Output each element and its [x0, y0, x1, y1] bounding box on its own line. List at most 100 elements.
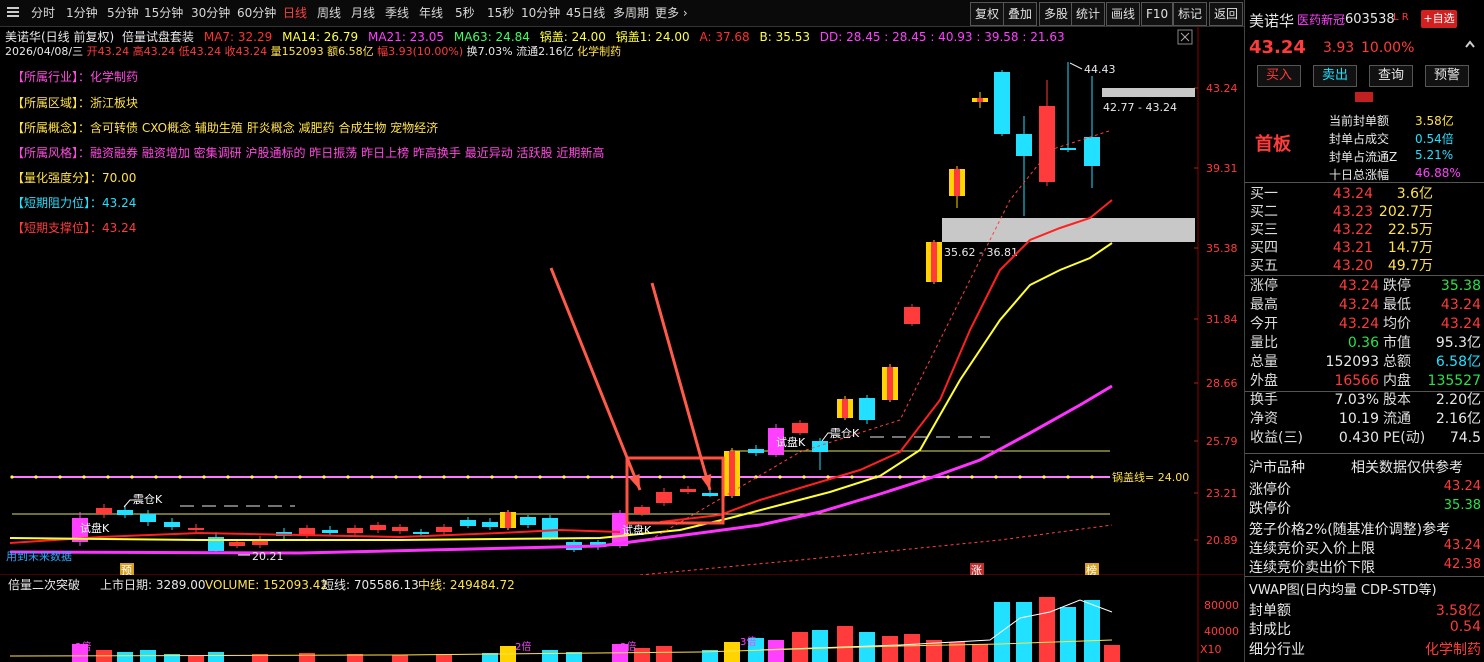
- period-tab-12[interactable]: 15秒: [484, 0, 517, 26]
- candle[interactable]: [1060, 62, 1076, 152]
- query-button[interactable]: 查询: [1369, 65, 1413, 87]
- period-tab-4[interactable]: 30分钟: [188, 0, 233, 26]
- alert-button[interactable]: 预警: [1425, 65, 1469, 87]
- candle[interactable]: [140, 510, 156, 526]
- period-tab-6[interactable]: 日线: [280, 0, 310, 26]
- volume-bar[interactable]: [117, 652, 133, 662]
- period-tab-0[interactable]: 分时: [28, 0, 58, 26]
- kline-chart[interactable]: 43.24 39.31 35.38 31.84 28.66 25.79 23.21 20.89…: [0, 26, 1244, 575]
- lid-dot: [298, 475, 302, 479]
- volume-bar[interactable]: [1039, 597, 1055, 662]
- candle[interactable]: [208, 532, 224, 552]
- volume-bar[interactable]: [436, 654, 452, 662]
- candle[interactable]: [460, 517, 476, 528]
- volume-bar[interactable]: [1084, 600, 1100, 662]
- vol-axis-label: 80000: [1204, 599, 1239, 612]
- toolbar-button-7[interactable]: 返回: [1209, 2, 1244, 26]
- candle[interactable]: [994, 70, 1010, 136]
- period-tab-10[interactable]: 年线: [416, 0, 446, 26]
- candle[interactable]: [904, 304, 920, 326]
- candle[interactable]: [972, 92, 988, 108]
- volume-chart[interactable]: 倍量二次突破 上市日期: 3289.00 VOLUME: 152093.42短线: …: [0, 575, 1244, 662]
- candle[interactable]: [812, 438, 828, 470]
- period-tab-13[interactable]: 10分钟: [518, 0, 563, 26]
- candle[interactable]: [926, 240, 942, 284]
- volume-bar[interactable]: [1060, 607, 1076, 662]
- candle[interactable]: [252, 536, 268, 548]
- candle[interactable]: [792, 420, 808, 435]
- candle[interactable]: [500, 510, 516, 530]
- period-tab-7[interactable]: 周线: [314, 0, 344, 26]
- toolbar-button-3[interactable]: 统计: [1071, 2, 1106, 26]
- candle[interactable]: [724, 448, 740, 498]
- volume-bar[interactable]: [542, 650, 558, 662]
- volume-bar[interactable]: [392, 655, 408, 662]
- volume-bar[interactable]: [634, 648, 650, 662]
- volume-bar[interactable]: [188, 655, 204, 662]
- volume-bar[interactable]: [837, 626, 853, 662]
- lid-dot: [202, 475, 206, 479]
- toolbar-button-6[interactable]: 标记: [1173, 2, 1208, 26]
- volume-bar[interactable]: [882, 636, 898, 662]
- candle[interactable]: [1084, 76, 1100, 188]
- volume-bar[interactable]: [904, 634, 920, 662]
- volume-bar[interactable]: [1016, 602, 1032, 662]
- volume-bar[interactable]: [812, 630, 828, 662]
- period-tab-9[interactable]: 季线: [382, 0, 412, 26]
- candle[interactable]: [370, 522, 386, 533]
- stock-flags: L R: [1393, 12, 1409, 23]
- volume-bar[interactable]: [1104, 645, 1120, 662]
- candle[interactable]: [347, 525, 363, 536]
- candle[interactable]: [1039, 80, 1055, 186]
- candle[interactable]: [520, 515, 536, 528]
- volume-bar[interactable]: [299, 653, 315, 662]
- candle[interactable]: [229, 540, 245, 548]
- expand-icon[interactable]: [1463, 38, 1477, 52]
- candle[interactable]: [837, 396, 853, 420]
- buy-button[interactable]: 买入: [1257, 65, 1301, 87]
- period-tab-2[interactable]: 5分钟: [104, 0, 142, 26]
- candle[interactable]: [482, 518, 498, 530]
- candle[interactable]: [748, 445, 764, 456]
- period-tab-8[interactable]: 月线: [348, 0, 378, 26]
- collapse-icon[interactable]: [1355, 92, 1373, 102]
- vwap-label[interactable]: VWAP图(日内均量 CDP-STD等): [1249, 579, 1437, 598]
- add-watchlist-button[interactable]: +自选: [1421, 10, 1457, 28]
- volume-bar[interactable]: [972, 644, 988, 662]
- volume-bar[interactable]: [208, 652, 224, 662]
- candle[interactable]: [1016, 116, 1032, 216]
- candle[interactable]: [680, 486, 696, 494]
- menu-icon[interactable]: [6, 5, 20, 19]
- candle[interactable]: [949, 166, 965, 208]
- candle[interactable]: [859, 395, 875, 424]
- candle[interactable]: [117, 505, 133, 518]
- sell-button[interactable]: 卖出: [1313, 65, 1357, 87]
- candle[interactable]: [96, 504, 112, 518]
- candle-body: [1039, 106, 1055, 182]
- candle[interactable]: [436, 524, 452, 535]
- period-tab-3[interactable]: 15分钟: [141, 0, 186, 26]
- axis-price-label: 39.31: [1206, 162, 1238, 175]
- candle[interactable]: [542, 515, 558, 540]
- period-tab-1[interactable]: 1分钟: [63, 0, 101, 26]
- candle[interactable]: [164, 518, 180, 530]
- candle[interactable]: [882, 364, 898, 402]
- period-tab-14[interactable]: 45日线: [563, 0, 608, 26]
- period-tab-16[interactable]: 更多 ›: [652, 0, 691, 26]
- fundamental-label: 【所属区域】：: [12, 96, 91, 110]
- period-tab-11[interactable]: 5秒: [452, 0, 478, 26]
- toolbar-button-0[interactable]: 复权: [970, 2, 1005, 26]
- period-tab-15[interactable]: 多周期: [610, 0, 652, 26]
- volume-bar[interactable]: [792, 632, 808, 662]
- candle[interactable]: [656, 488, 672, 506]
- toolbar-button-5[interactable]: F10: [1141, 2, 1174, 26]
- volume-bar[interactable]: [724, 642, 740, 662]
- volume-bar[interactable]: [994, 602, 1010, 662]
- toolbar-button-1[interactable]: 叠加: [1003, 2, 1038, 26]
- volume-bar[interactable]: [656, 646, 672, 662]
- toolbar-button-4[interactable]: 画线: [1106, 2, 1141, 26]
- candle[interactable]: [392, 524, 408, 534]
- toolbar-button-2[interactable]: 多股: [1039, 2, 1074, 26]
- volume-bar[interactable]: [768, 640, 784, 662]
- period-tab-5[interactable]: 60分钟: [234, 0, 279, 26]
